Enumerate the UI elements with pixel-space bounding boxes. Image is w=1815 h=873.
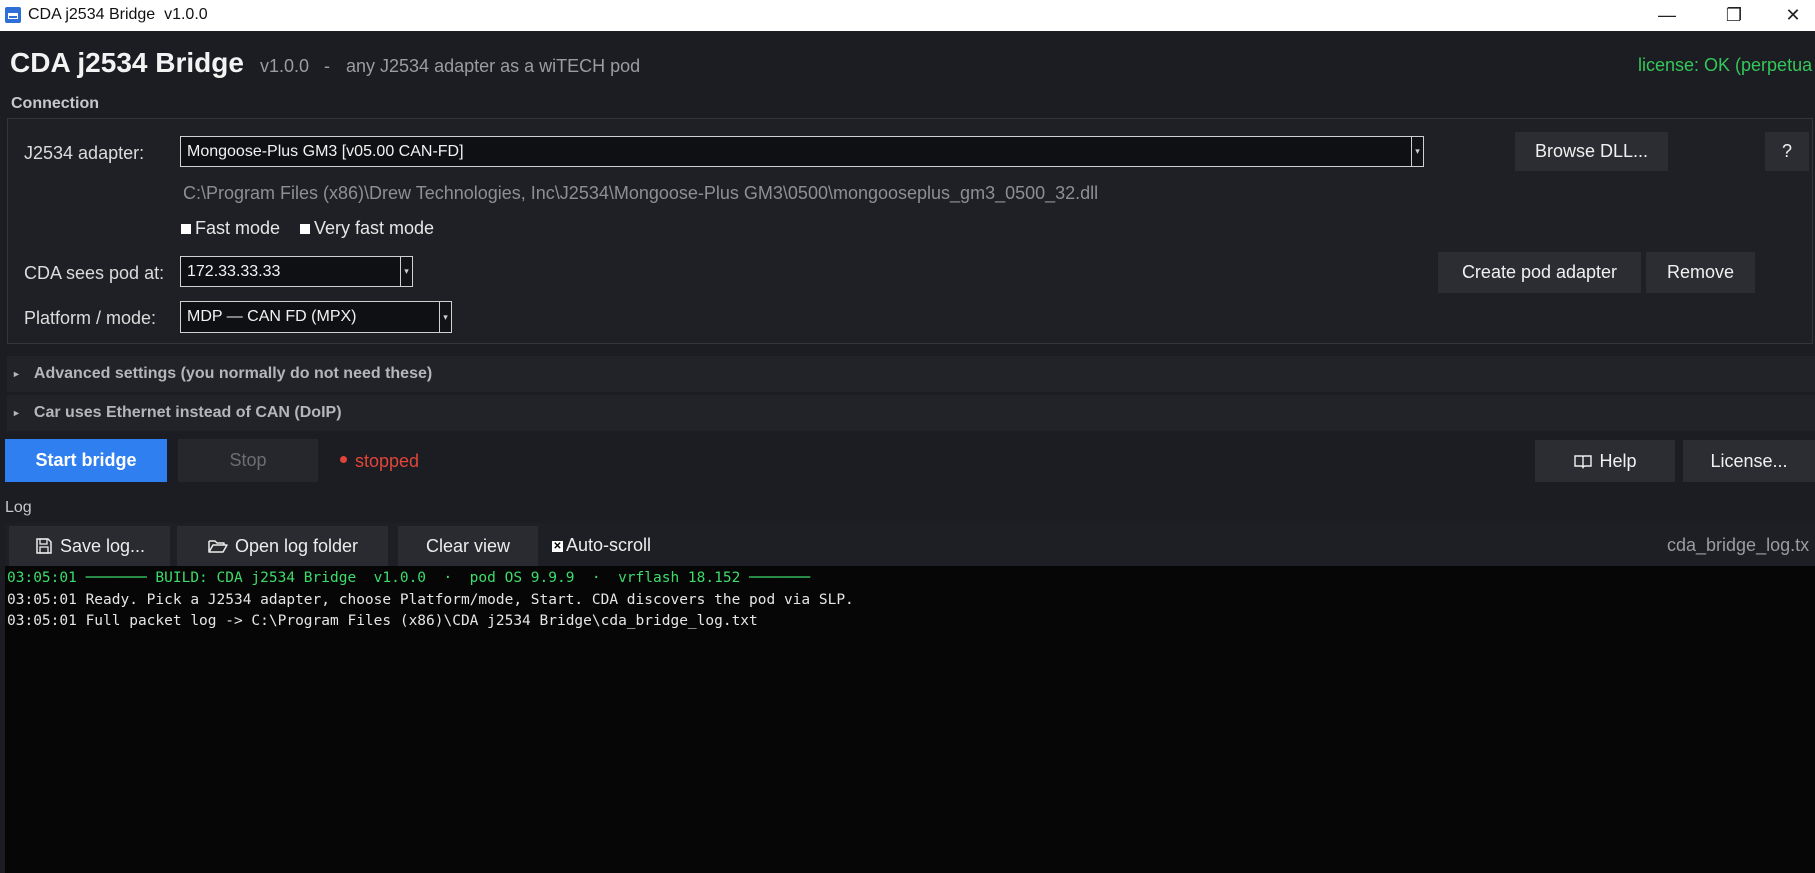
log-line: 03:05:01 ─────── BUILD: CDA j2534 Bridge…: [7, 570, 811, 586]
adapter-help-button[interactable]: ?: [1765, 132, 1809, 171]
help-button-label: Help: [1599, 450, 1637, 471]
very-fast-mode-checkbox[interactable]: Very fast mode: [300, 218, 434, 239]
log-output[interactable]: 03:05:01 ─────── BUILD: CDA j2534 Bridge…: [5, 566, 1815, 873]
maximize-button[interactable]: ❐: [1711, 0, 1757, 31]
folder-open-icon: [208, 540, 228, 553]
log-heading: Log: [5, 499, 32, 516]
app-title: CDA j2534 Bridge: [10, 47, 244, 78]
log-line: 03:05:01 Full packet log -> C:\Program F…: [7, 613, 758, 629]
platform-label: Platform / mode:: [24, 308, 157, 328]
connection-heading: Connection: [11, 95, 99, 112]
header-separator: -: [324, 56, 330, 76]
dll-path: C:\Program Files (x86)\Drew Technologies…: [183, 183, 1099, 203]
log-filename: cda_bridge_log.tx: [1667, 535, 1810, 555]
help-button[interactable]: Help: [1535, 440, 1675, 482]
save-log-label: Save log...: [59, 535, 146, 556]
pod-address-combo[interactable]: 172.33.33.33 ▾: [180, 256, 413, 287]
fast-mode-checkbox[interactable]: Fast mode: [181, 218, 280, 239]
platform-select-value: MDP — CAN FD (MPX): [187, 308, 357, 325]
pod-address-label: CDA sees pod at:: [24, 263, 165, 283]
log-line: 03:05:01 Ready. Pick a J2534 adapter, ch…: [7, 592, 854, 608]
chevron-down-icon[interactable]: ▾: [400, 257, 412, 286]
license-status: license: OK (perpetua: [1638, 55, 1813, 75]
remove-button[interactable]: Remove: [1646, 252, 1755, 293]
very-fast-mode-box[interactable]: [300, 223, 310, 234]
advanced-settings-toggle[interactable]: ► Advanced settings (you normally do not…: [7, 356, 1815, 392]
app-icon: [5, 7, 21, 23]
doip-label: Car uses Ethernet instead of CAN (DoIP): [33, 404, 342, 421]
window-titlebar: CDA j2534 Bridge v1.0.0 — ❐ ✕: [0, 0, 1815, 31]
save-log-button[interactable]: Save log...: [9, 526, 170, 566]
minimize-button[interactable]: —: [1644, 0, 1690, 31]
adapter-select-value: Mongoose-Plus GM3 [v05.00 CAN-FD]: [187, 142, 464, 160]
app-tagline: any J2534 adapter as a wiTECH pod: [346, 56, 641, 76]
very-fast-mode-label: Very fast mode: [314, 218, 435, 238]
open-log-folder-label: Open log folder: [234, 535, 359, 556]
status-dot: [340, 456, 347, 463]
floppy-disk-icon: [36, 538, 52, 554]
auto-scroll-checkbox[interactable]: ✕: [552, 541, 563, 552]
window-title: CDA j2534 Bridge v1.0.0: [28, 6, 208, 23]
stop-button[interactable]: Stop: [178, 439, 318, 482]
adapter-label: J2534 adapter:: [24, 143, 145, 163]
create-pod-adapter-button[interactable]: Create pod adapter: [1438, 252, 1641, 293]
fast-mode-label: Fast mode: [195, 218, 281, 238]
advanced-settings-label: Advanced settings (you normally do not n…: [33, 365, 433, 382]
triangle-right-icon: ►: [12, 408, 21, 418]
app-version: v1.0.0: [260, 56, 310, 76]
open-log-folder-button[interactable]: Open log folder: [177, 526, 388, 566]
auto-scroll-label[interactable]: Auto-scroll: [566, 535, 651, 556]
chevron-down-icon[interactable]: ▾: [1411, 137, 1423, 166]
pod-address-value: 172.33.33.33: [187, 262, 281, 280]
start-bridge-button[interactable]: Start bridge: [5, 439, 167, 482]
fast-mode-box[interactable]: [181, 223, 191, 234]
status-text: stopped: [355, 451, 420, 471]
browse-dll-button[interactable]: Browse DLL...: [1515, 132, 1668, 171]
doip-toggle[interactable]: ► Car uses Ethernet instead of CAN (DoIP…: [7, 395, 1815, 431]
license-button[interactable]: License...: [1683, 440, 1815, 482]
book-icon: [1574, 455, 1593, 469]
close-button[interactable]: ✕: [1770, 0, 1815, 31]
clear-view-button[interactable]: Clear view: [398, 526, 538, 566]
adapter-select[interactable]: Mongoose-Plus GM3 [v05.00 CAN-FD] ▾: [180, 136, 1424, 167]
triangle-right-icon: ►: [12, 369, 21, 379]
platform-select[interactable]: MDP — CAN FD (MPX) ▾: [180, 301, 452, 333]
chevron-down-icon[interactable]: ▾: [439, 302, 451, 332]
